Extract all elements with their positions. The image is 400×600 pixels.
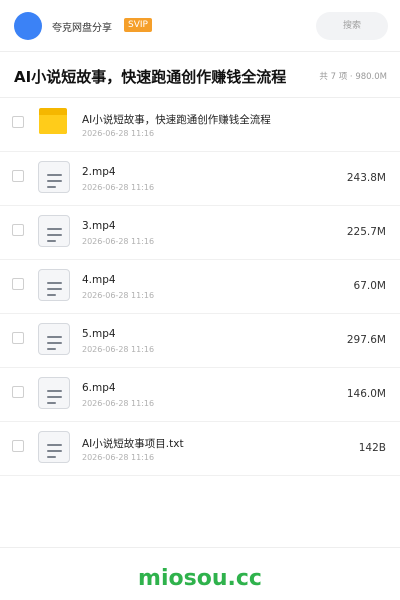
folder-icon (38, 107, 70, 139)
file-date: 2026-06-28 11:16 (82, 453, 155, 462)
file-size: 225.7M (346, 226, 386, 238)
row-checkbox[interactable] (12, 224, 24, 236)
row-checkbox[interactable] (12, 170, 24, 182)
search-input[interactable] (316, 12, 388, 40)
file-name: 5.mp4 (82, 328, 116, 340)
file-row[interactable]: 3.mp4 2026-06-28 11:16 225.7M (0, 206, 400, 260)
file-row[interactable]: 2.mp4 2026-06-28 11:16 243.8M (0, 152, 400, 206)
file-date: 2026-06-28 11:16 (82, 291, 155, 300)
file-list: AI小说短故事，快速跑通创作赚钱全流程 2026-06-28 11:16 2.m… (0, 98, 400, 476)
file-date: 2026-06-28 11:16 (82, 399, 155, 408)
file-name: 3.mp4 (82, 220, 116, 232)
file-date: 2026-06-28 11:16 (82, 129, 155, 138)
header: 夸克网盘分享 SVIP (0, 0, 400, 52)
file-size: 297.6M (346, 334, 386, 346)
row-checkbox[interactable] (12, 386, 24, 398)
file-row[interactable]: 5.mp4 2026-06-28 11:16 297.6M (0, 314, 400, 368)
document-icon (38, 269, 70, 301)
file-row[interactable]: 4.mp4 2026-06-28 11:16 67.0M (0, 260, 400, 314)
file-date: 2026-06-28 11:16 (82, 237, 155, 246)
file-size: 67.0M (353, 280, 386, 292)
file-date: 2026-06-28 11:16 (82, 183, 155, 192)
document-icon (38, 161, 70, 193)
row-checkbox[interactable] (12, 278, 24, 290)
file-row[interactable]: AI小说短故事项目.txt 2026-06-28 11:16 142B (0, 422, 400, 476)
owner-name: 夸克网盘分享 (52, 23, 112, 34)
document-icon (38, 431, 70, 463)
file-size: 142B (358, 442, 386, 454)
file-name: 6.mp4 (82, 382, 116, 394)
footer: miosou.cc (0, 547, 400, 600)
file-name: 2.mp4 (82, 166, 116, 178)
row-checkbox[interactable] (12, 440, 24, 452)
document-icon (38, 323, 70, 355)
row-checkbox[interactable] (12, 332, 24, 344)
watermark: miosou.cc (138, 566, 262, 591)
page-title: AI小说短故事，快速跑通创作赚钱全流程 (14, 68, 287, 86)
svip-badge: SVIP (124, 18, 152, 32)
share-page: 夸克网盘分享 SVIP AI小说短故事，快速跑通创作赚钱全流程 共 7 项 · … (0, 0, 400, 600)
document-icon (38, 377, 70, 409)
file-row[interactable]: 6.mp4 2026-06-28 11:16 146.0M (0, 368, 400, 422)
file-name: AI小说短故事，快速跑通创作赚钱全流程 (82, 114, 271, 126)
file-name: AI小说短故事项目.txt (82, 438, 184, 450)
folder-summary: 共 7 项 · 980.0M (319, 72, 387, 82)
file-size: 243.8M (346, 172, 386, 184)
file-name: 4.mp4 (82, 274, 116, 286)
file-size: 146.0M (346, 388, 386, 400)
row-checkbox[interactable] (12, 116, 24, 128)
file-row[interactable]: AI小说短故事，快速跑通创作赚钱全流程 2026-06-28 11:16 (0, 98, 400, 152)
folder-title-row: AI小说短故事，快速跑通创作赚钱全流程 共 7 项 · 980.0M (0, 52, 400, 98)
avatar[interactable] (14, 12, 42, 40)
file-date: 2026-06-28 11:16 (82, 345, 155, 354)
document-icon (38, 215, 70, 247)
